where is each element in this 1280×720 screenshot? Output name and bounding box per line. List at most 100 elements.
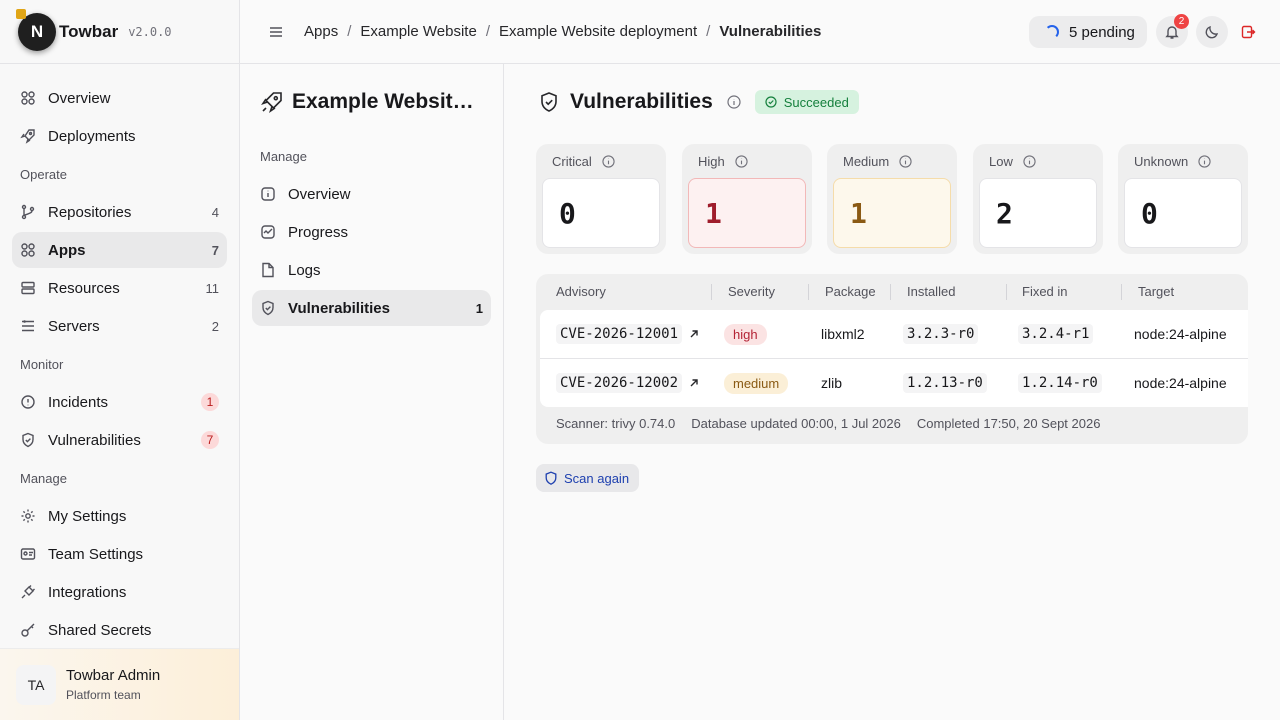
brand-logo[interactable]: N <box>16 8 56 51</box>
main-content: Vulnerabilities Succeeded Critical 0 Hig… <box>504 64 1280 720</box>
column-divider <box>1121 284 1122 300</box>
fixed-version: 1.2.14-r0 <box>1018 373 1102 393</box>
severity-count: 0 <box>1124 178 1242 248</box>
sidebar-item-team-settings[interactable]: Team Settings <box>12 536 227 572</box>
table-row[interactable]: CVE-2026-12001 high libxml2 3.2.3-r0 3.2… <box>540 310 1248 358</box>
column-header-advisory[interactable]: Advisory <box>556 274 606 310</box>
subnav-item-count: 1 <box>475 300 483 316</box>
subnav-item-overview[interactable]: Overview <box>252 176 491 212</box>
logout-button[interactable] <box>1232 16 1264 48</box>
external-link-icon[interactable] <box>688 377 700 389</box>
user-menu[interactable]: TA Towbar Admin Platform team <box>0 648 239 720</box>
severity-card-medium: Medium 1 <box>827 144 957 254</box>
info-icon[interactable] <box>727 95 741 109</box>
severity-cell: high <box>724 310 767 358</box>
column-header-package[interactable]: Package <box>825 274 876 310</box>
info-icon[interactable] <box>735 155 748 168</box>
theme-toggle-button[interactable] <box>1196 16 1228 48</box>
sidebar-item-label: Vulnerabilities <box>48 431 141 449</box>
sidebar-item-label: Apps <box>48 241 86 259</box>
breadcrumb-current: Vulnerabilities <box>719 23 822 40</box>
git-branch-icon <box>20 204 36 220</box>
plug-icon <box>20 584 36 600</box>
menu-toggle-icon[interactable] <box>268 24 284 40</box>
external-link-icon[interactable] <box>688 328 700 340</box>
sidebar-item-servers[interactable]: Servers 2 <box>12 308 227 344</box>
notifications-button[interactable]: 2 <box>1156 14 1189 48</box>
sidebar-item-label: Overview <box>48 89 111 107</box>
fixed-cell: 3.2.4-r1 <box>1018 310 1094 358</box>
severity-label-text: Medium <box>843 154 890 169</box>
sidebar-item-label: Resources <box>48 279 120 297</box>
severity-card-low: Low 2 <box>973 144 1103 254</box>
breadcrumb-app[interactable]: Example Website <box>360 23 476 40</box>
column-divider <box>890 284 891 300</box>
server-icon <box>20 318 36 334</box>
subnav-item-label: Logs <box>288 261 321 279</box>
sidebar-item-label: Servers <box>48 317 100 335</box>
subnav-item-logs[interactable]: Logs <box>252 252 491 288</box>
sidebar-item-apps[interactable]: Apps 7 <box>12 232 227 268</box>
sidebar-item-my-settings[interactable]: My Settings <box>12 498 227 534</box>
sidebar-section-monitor: Monitor <box>20 357 64 372</box>
installed-version: 1.2.13-r0 <box>903 373 987 393</box>
sidebar-item-vulnerabilities[interactable]: Vulnerabilities 7 <box>12 422 227 458</box>
info-icon[interactable] <box>1023 155 1036 168</box>
spinner-icon <box>1045 25 1059 39</box>
subnav-item-progress[interactable]: Progress <box>252 214 491 250</box>
column-header-target[interactable]: Target <box>1138 274 1174 310</box>
breadcrumb-apps[interactable]: Apps <box>304 23 338 40</box>
severity-label-text: Low <box>989 154 1013 169</box>
sidebar-item-label: Repositories <box>48 203 132 221</box>
sidebar-item-shared-secrets[interactable]: Shared Secrets <box>12 612 227 648</box>
scan-completed: Completed 17:50, 20 Sept 2026 <box>916 416 1101 431</box>
sidebar-item-incidents[interactable]: Incidents 1 <box>12 384 227 420</box>
scan-again-button[interactable]: Scan again <box>536 464 640 492</box>
logo-flag-icon <box>16 8 26 19</box>
pending-label: 5 pending <box>1069 23 1135 41</box>
column-header-fixed-in[interactable]: Fixed in <box>1022 274 1068 310</box>
sidebar-item-label: Deployments <box>48 127 136 145</box>
advisory-link[interactable]: CVE-2026-12001 <box>556 324 683 344</box>
info-icon <box>260 186 276 202</box>
sidebar-item-count: 2 <box>211 318 219 334</box>
shield-check-icon <box>260 300 276 316</box>
column-header-severity[interactable]: Severity <box>728 274 775 310</box>
severity-card-unknown: Unknown 0 <box>1118 144 1248 254</box>
shield-icon <box>545 471 557 485</box>
subnav-item-vulnerabilities[interactable]: Vulnerabilities 1 <box>252 290 491 326</box>
breadcrumb-deployment[interactable]: Example Website deployment <box>499 23 697 40</box>
column-divider <box>808 284 809 300</box>
column-header-installed[interactable]: Installed <box>907 274 955 310</box>
installed-cell: 3.2.3-r0 <box>903 310 979 358</box>
column-divider <box>1006 284 1007 300</box>
sidebar-item-integrations[interactable]: Integrations <box>12 574 227 610</box>
info-icon[interactable] <box>899 155 912 168</box>
advisory-link[interactable]: CVE-2026-12002 <box>556 373 683 393</box>
sidebar-item-deployments[interactable]: Deployments <box>12 118 227 154</box>
severity-count: 1 <box>833 178 951 248</box>
package-cell: zlib <box>821 375 843 391</box>
table-header: Advisory Severity Package Installed Fixe… <box>536 274 1248 310</box>
breadcrumb: Apps / Example Website / Example Website… <box>304 23 821 40</box>
alert-circle-icon <box>20 394 36 410</box>
deployment-subnav: Example Website deployment Manage Overvi… <box>240 64 504 720</box>
table-row[interactable]: CVE-2026-12002 medium zlib 1.2.13-r0 1.2… <box>540 358 1248 406</box>
info-icon[interactable] <box>602 155 615 168</box>
sidebar-item-label: Integrations <box>48 583 127 601</box>
sidebar-item-count: 4 <box>211 204 219 220</box>
column-divider <box>711 284 712 300</box>
sidebar-item-resources[interactable]: Resources 11 <box>12 270 227 306</box>
deployment-title-text: Example Website deployment <box>292 90 482 113</box>
sidebar-item-overview[interactable]: Overview <box>12 80 227 116</box>
installed-cell: 1.2.13-r0 <box>903 359 987 407</box>
package-cell: libxml2 <box>821 326 865 342</box>
sidebar-item-repositories[interactable]: Repositories 4 <box>12 194 227 230</box>
logo-letter: N <box>30 21 44 41</box>
gear-icon <box>20 508 36 524</box>
deployment-title: Example Website deployment <box>240 64 503 140</box>
info-icon[interactable] <box>1198 155 1211 168</box>
brand-name: Towbar <box>59 21 119 41</box>
shield-check-icon <box>20 432 36 448</box>
pending-tasks-button[interactable]: 5 pending <box>1029 16 1147 48</box>
